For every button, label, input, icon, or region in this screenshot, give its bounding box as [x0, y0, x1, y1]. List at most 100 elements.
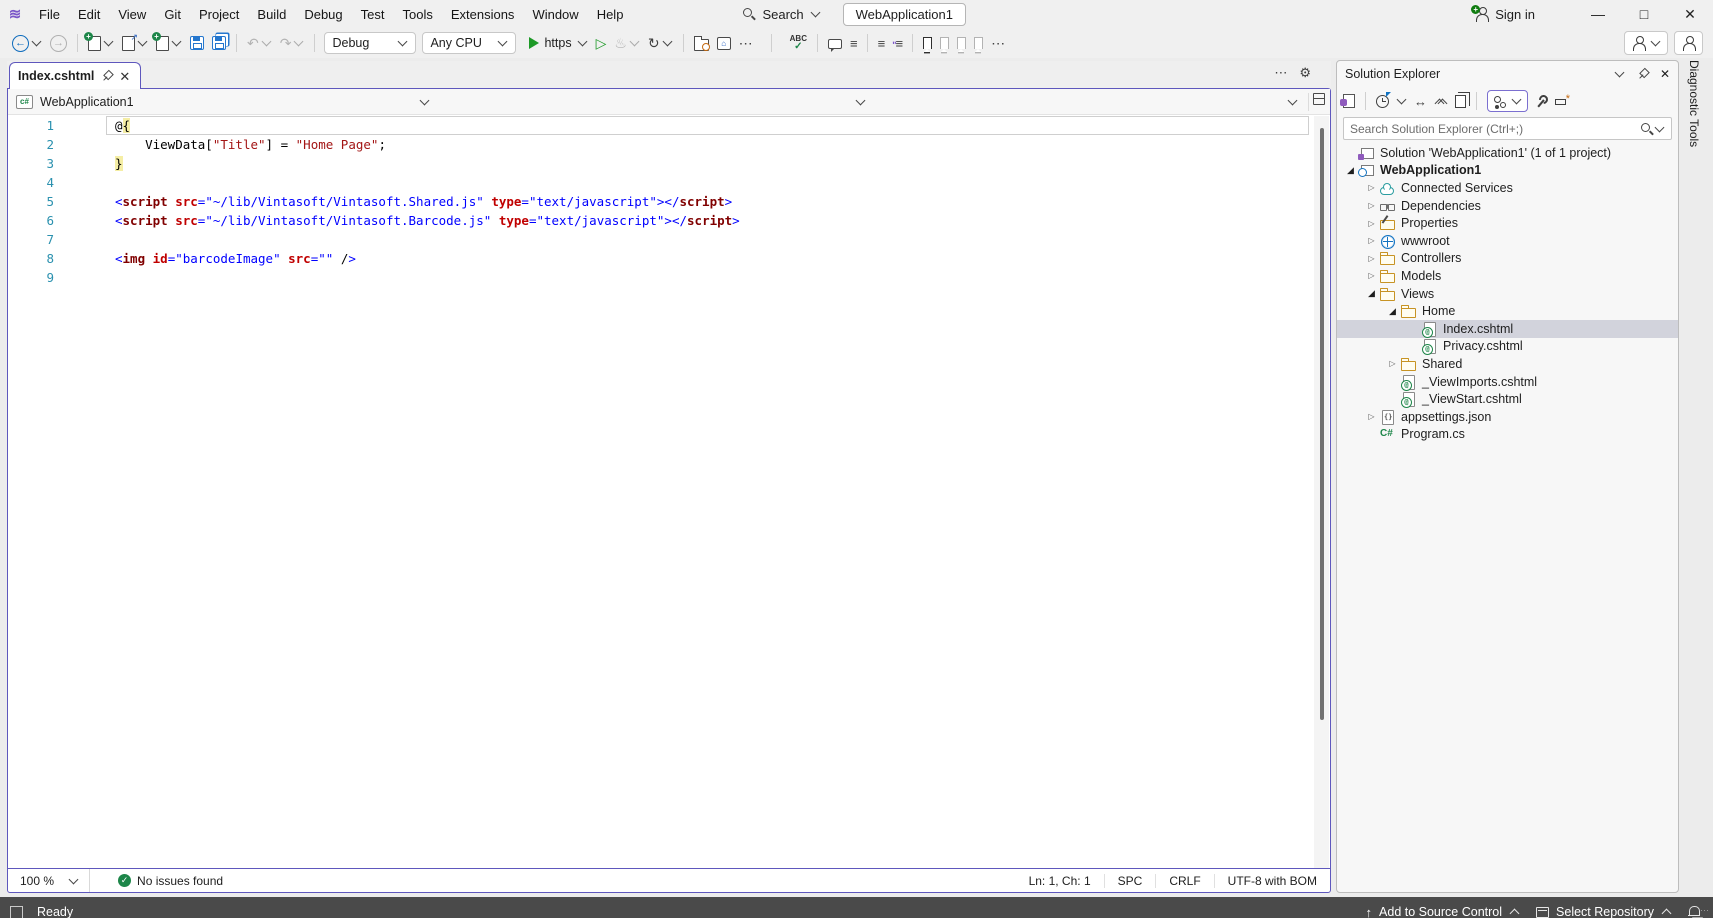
tree-item-solution-webapplication1-1-of-1-project[interactable]: Solution 'WebApplication1' (1 of 1 proje…: [1337, 144, 1678, 162]
expand-arrow-icon[interactable]: ▷: [1364, 254, 1379, 263]
line-ending-indicator[interactable]: CRLF: [1155, 874, 1213, 888]
expand-arrow-icon[interactable]: ▷: [1364, 412, 1379, 421]
tree-item-viewstart-cshtml[interactable]: _ViewStart.cshtml: [1337, 390, 1678, 408]
code-editor[interactable]: 1@{2 ViewData["Title"] = "Home Page";3}4…: [8, 116, 1315, 870]
scrollbar-thumb[interactable]: [1320, 128, 1324, 720]
code-line[interactable]: 7: [8, 230, 1315, 249]
collapse-arrow-icon[interactable]: ◢: [1364, 288, 1379, 299]
editor-settings-gear-icon[interactable]: ⚙: [1299, 65, 1311, 81]
previous-bookmark-button[interactable]: [936, 34, 953, 52]
code-line[interactable]: 8<img id="barcodeImage" src="" />: [8, 249, 1315, 268]
tree-item-dependencies[interactable]: ▷Dependencies: [1337, 197, 1678, 215]
menu-item-tools[interactable]: Tools: [393, 3, 441, 26]
tree-item-properties[interactable]: ▷Properties: [1337, 214, 1678, 232]
increase-indent-button[interactable]: ʺ≡: [888, 33, 906, 54]
new-file-button[interactable]: +: [84, 33, 118, 54]
redo-button[interactable]: ↷: [276, 32, 309, 55]
auto-hide-pin-icon[interactable]: [1637, 69, 1648, 80]
diagnostic-tools-tab[interactable]: Diagnostic Tools: [1684, 60, 1704, 200]
platform-dropdown[interactable]: Any CPU: [422, 32, 516, 54]
close-tab-icon[interactable]: ✕: [119, 71, 130, 82]
tree-item-webapplication1[interactable]: ◢WebApplication1: [1337, 162, 1678, 180]
menu-item-view[interactable]: View: [109, 3, 155, 26]
menu-item-file[interactable]: File: [30, 3, 69, 26]
save-all-button[interactable]: [208, 33, 230, 53]
tree-item-wwwroot[interactable]: ▷wwwroot: [1337, 232, 1678, 250]
search-control[interactable]: Search: [742, 7, 820, 22]
encoding-indicator[interactable]: UTF-8 with BOM: [1214, 874, 1330, 888]
add-to-source-control-button[interactable]: ↑ Add to Source Control: [1366, 905, 1521, 918]
tree-item-home[interactable]: ◢Home: [1337, 302, 1678, 320]
menu-item-help[interactable]: Help: [588, 3, 633, 26]
add-item-button[interactable]: +: [152, 33, 186, 54]
pin-tab-icon[interactable]: [101, 71, 112, 82]
select-repository-button[interactable]: Select Repository: [1536, 905, 1672, 918]
navbar-type-dropdown[interactable]: [438, 89, 874, 114]
solution-explorer-search-input[interactable]: [1350, 122, 1640, 136]
menu-item-build[interactable]: Build: [248, 3, 295, 26]
sync-icon[interactable]: ↔: [1414, 94, 1427, 109]
collapse-arrow-icon[interactable]: ◢: [1385, 306, 1400, 317]
toolbar-overflow-button[interactable]: ⋯: [735, 32, 757, 55]
close-button[interactable]: ✕: [1667, 0, 1713, 28]
spaces-indicator[interactable]: SPC: [1104, 874, 1156, 888]
decrease-indent-button[interactable]: ≡: [874, 33, 889, 54]
navbar-project-dropdown[interactable]: c# WebApplication1: [8, 89, 438, 114]
pending-changes-filter-icon[interactable]: [1376, 95, 1389, 108]
tree-item-index-cshtml[interactable]: Index.cshtml: [1337, 320, 1678, 338]
tree-item-shared[interactable]: ▷Shared: [1337, 355, 1678, 373]
code-line[interactable]: 9: [8, 268, 1315, 287]
next-bookmark-button[interactable]: [953, 34, 970, 52]
notifications-bell-icon[interactable]: [1688, 906, 1699, 918]
toggle-bookmark-button[interactable]: [919, 34, 936, 52]
spell-checker-button[interactable]: ABC✓: [786, 32, 811, 54]
sync-with-active-document-button[interactable]: [1487, 90, 1528, 112]
menu-item-window[interactable]: Window: [523, 3, 587, 26]
copy-pages-icon[interactable]: [1455, 95, 1466, 108]
tree-item-program-cs[interactable]: Program.cs: [1337, 426, 1678, 444]
expand-arrow-icon[interactable]: ▷: [1364, 183, 1379, 192]
code-line[interactable]: 5<script src="~/lib/Vintasoft/Vintasoft.…: [8, 192, 1315, 211]
switch-views-icon[interactable]: [1343, 94, 1355, 108]
start-without-debugging-button[interactable]: ▷: [592, 32, 611, 55]
code-line[interactable]: 3}: [8, 154, 1315, 173]
find-in-files-button[interactable]: [690, 33, 713, 54]
filter-chevron-icon[interactable]: [1397, 95, 1407, 105]
issues-indicator[interactable]: ✓ No issues found: [118, 874, 223, 888]
tree-item-models[interactable]: ▷Models: [1337, 267, 1678, 285]
comment-button[interactable]: [824, 34, 846, 52]
clear-bookmarks-button[interactable]: [970, 34, 987, 52]
maximize-button[interactable]: □: [1621, 0, 1667, 28]
split-window-button[interactable]: [1308, 93, 1326, 111]
navbar-member-dropdown[interactable]: [874, 89, 1306, 114]
undo-button[interactable]: ↶: [243, 32, 276, 55]
tree-item-connected-services[interactable]: ▷Connected Services: [1337, 179, 1678, 197]
tree-item-viewimports-cshtml[interactable]: _ViewImports.cshtml: [1337, 373, 1678, 391]
format-document-button[interactable]: ≡: [846, 33, 861, 54]
tab-index-cshtml[interactable]: Index.cshtml ✕: [9, 62, 141, 89]
menu-item-extensions[interactable]: Extensions: [442, 3, 524, 26]
restart-button[interactable]: ↻: [644, 32, 677, 55]
navigate-backward-button[interactable]: ←: [8, 32, 46, 55]
expand-arrow-icon[interactable]: ▷: [1364, 219, 1379, 228]
code-line[interactable]: 2 ViewData["Title"] = "Home Page";: [8, 135, 1315, 154]
properties-wrench-icon[interactable]: [1535, 95, 1548, 108]
menu-item-edit[interactable]: Edit: [69, 3, 109, 26]
show-all-files-icon[interactable]: [1555, 95, 1568, 108]
hot-reload-button[interactable]: ♨: [610, 32, 644, 55]
current-project-box[interactable]: WebApplication1: [843, 3, 966, 26]
open-file-button[interactable]: ↗: [118, 33, 152, 54]
sign-in-button[interactable]: + Sign in: [1474, 7, 1535, 22]
configuration-dropdown[interactable]: Debug: [324, 32, 416, 54]
code-line[interactable]: 1@{: [8, 116, 1315, 135]
search-options-chevron-icon[interactable]: [1655, 122, 1665, 132]
expand-arrow-icon[interactable]: ▷: [1364, 236, 1379, 245]
menu-item-git[interactable]: Git: [155, 3, 190, 26]
collapse-all-icon[interactable]: [1434, 92, 1448, 110]
expand-arrow-icon[interactable]: ▷: [1385, 359, 1400, 368]
menu-item-test[interactable]: Test: [352, 3, 394, 26]
menu-item-project[interactable]: Project: [190, 3, 248, 26]
code-line[interactable]: 6<script src="~/lib/Vintasoft/Vintasoft.…: [8, 211, 1315, 230]
tree-item-privacy-cshtml[interactable]: Privacy.cshtml: [1337, 338, 1678, 356]
solution-explorer-search-box[interactable]: [1343, 117, 1672, 140]
